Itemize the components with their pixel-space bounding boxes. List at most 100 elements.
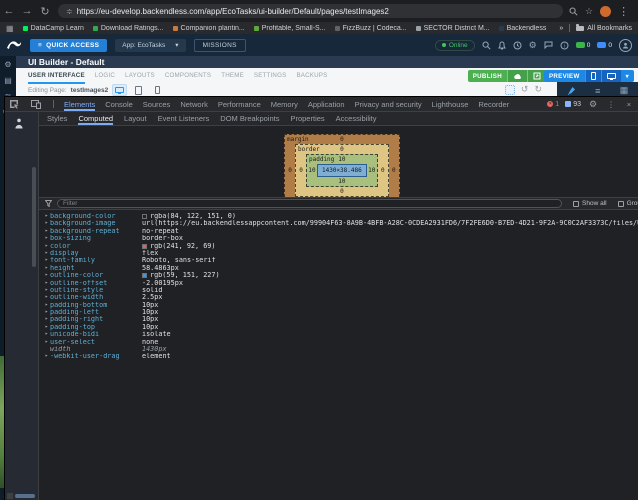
outline-list-icon[interactable]: ≡ (595, 86, 600, 96)
settings-gear-icon[interactable]: ⚙ (4, 61, 11, 69)
devtools-tab[interactable]: Network (180, 97, 208, 111)
disclosure-triangle-icon[interactable]: ▸ (43, 316, 50, 323)
disclosure-triangle-icon[interactable]: ▸ (43, 250, 50, 257)
computed-property-row[interactable]: ▸ outline-width 2.5px (39, 294, 638, 301)
bookmark-item[interactable]: Companion plantin... (172, 25, 245, 32)
elements-subtab[interactable]: DOM Breakpoints (220, 112, 279, 125)
computed-property-row[interactable]: ▸ -webkit-user-drag element (39, 353, 638, 360)
bookmarks-overflow-icon[interactable]: » (559, 25, 563, 32)
vertical-scrollbar[interactable] (32, 167, 36, 267)
site-settings-icon[interactable]: ≑ (66, 7, 73, 16)
backendless-logo-icon[interactable] (6, 39, 22, 51)
devtools-tab[interactable]: Sources (143, 97, 171, 111)
computed-property-row[interactable]: ▸ padding-top 10px (39, 324, 638, 331)
issues-count-badge[interactable]: 93 (565, 101, 581, 108)
error-count-badge[interactable]: × 1 (547, 101, 559, 108)
preview-button[interactable]: PREVIEW (543, 70, 585, 82)
computed-property-row[interactable]: ▸ width 1430px (39, 346, 638, 353)
devtools-tab[interactable]: Elements (64, 97, 95, 111)
devtools-close-icon[interactable]: × (623, 100, 635, 109)
bookmark-item[interactable]: FizzBuzz | Codeca... (334, 25, 407, 32)
search-icon[interactable] (482, 41, 491, 50)
builder-tab[interactable]: LAYOUTS (125, 72, 155, 84)
computed-property-row[interactable]: ▸ box-sizing border-box (39, 235, 638, 242)
disclosure-triangle-icon[interactable]: ▸ (43, 220, 50, 227)
components-grid-icon[interactable]: ▦ (620, 85, 629, 96)
disclosure-triangle-icon[interactable]: ▸ (43, 235, 50, 242)
redo-icon[interactable]: ↻ (534, 84, 542, 95)
builder-tab[interactable]: BACKUPS (296, 72, 327, 84)
disclosure-triangle-icon[interactable]: ▸ (43, 287, 50, 294)
box-model-content[interactable]: 1430×38.486 (317, 164, 367, 177)
apps-grid-icon[interactable]: ▦ (6, 24, 14, 33)
device-toolbar-icon[interactable] (31, 99, 43, 109)
preview-chevron-icon[interactable]: ▾ (620, 70, 634, 82)
app-select-dropdown[interactable]: App: EcoTasks ▾ (115, 38, 186, 52)
devtools-settings-gear-icon[interactable]: ⚙ (587, 99, 599, 110)
computed-property-row[interactable]: ▸ display flex (39, 250, 638, 257)
disclosure-triangle-icon[interactable]: ▸ (43, 213, 50, 220)
phone-viewport-button[interactable] (150, 84, 165, 96)
panel-icon[interactable]: ▤ (4, 77, 12, 85)
publish-cloud-icon[interactable] (507, 70, 527, 82)
box-model-padding[interactable]: padding 10 10 1430×38.486 10 10 (306, 154, 378, 187)
filter-input[interactable] (57, 199, 562, 208)
user-avatar[interactable] (619, 38, 632, 52)
history-clock-icon[interactable] (513, 41, 522, 50)
disclosure-triangle-icon[interactable]: ▸ (43, 294, 50, 301)
tablet-viewport-button[interactable] (131, 84, 146, 96)
desktop-viewport-button[interactable] (112, 84, 128, 96)
blue-credits-counter[interactable]: 0 (597, 42, 612, 49)
disclosure-triangle-icon[interactable]: ▸ (43, 243, 50, 250)
disclosure-triangle-icon[interactable]: ▸ (43, 309, 50, 316)
bookmark-item[interactable]: SECTOR District M... (415, 25, 490, 32)
computed-property-row[interactable]: ▸ background-color rgba(84, 122, 151, 0) (39, 213, 638, 220)
devtools-tab[interactable]: Privacy and security (355, 97, 422, 111)
bookmark-item[interactable]: Backendless (498, 25, 546, 32)
builder-tab[interactable]: SETTINGS (254, 72, 287, 84)
publish-button[interactable]: PUBLISH (467, 70, 507, 82)
computed-property-row[interactable]: ▸ padding-right 10px (39, 316, 638, 323)
devtools-tab[interactable]: Recorder (478, 97, 509, 111)
disclosure-triangle-icon[interactable]: ▸ (43, 228, 50, 235)
undo-icon[interactable]: ↺ (521, 84, 529, 95)
notifications-bell-icon[interactable] (497, 41, 506, 50)
computed-property-row[interactable]: ▸ color rgb(241, 92, 69) (39, 243, 638, 250)
url-bar[interactable]: ≑ https://eu-develop.backendless.com/app… (58, 4, 563, 18)
computed-property-row[interactable]: ▸ outline-offset -2.00195px (39, 280, 638, 287)
computed-property-row[interactable]: ▸ height 58.4863px (39, 265, 638, 272)
forward-icon[interactable]: → (18, 5, 36, 17)
selection-mode-icon[interactable] (504, 84, 515, 95)
computed-property-row[interactable]: ▸ padding-left 10px (39, 309, 638, 316)
devtools-tab[interactable]: Memory (271, 97, 298, 111)
devtools-menu-icon[interactable]: ⋮ (605, 100, 617, 109)
settings-gear-icon[interactable]: ⚙ (529, 40, 537, 50)
disclosure-triangle-icon[interactable]: ▸ (43, 302, 50, 309)
builder-tab[interactable]: THEME (221, 72, 244, 84)
bookmark-item[interactable]: Download Ratings... (92, 25, 164, 32)
builder-tab[interactable]: COMPONENTS (165, 72, 211, 84)
browser-menu-icon[interactable]: ⋮ (618, 5, 629, 18)
disclosure-triangle-icon[interactable]: ▸ (43, 353, 50, 360)
computed-property-row[interactable]: ▸ background-image url(https://eu.backen… (39, 220, 638, 227)
missions-button[interactable]: MISSIONS (193, 38, 246, 52)
devtools-tab[interactable]: Console (105, 97, 133, 111)
elements-subtab[interactable]: Computed (78, 112, 113, 125)
computed-property-row[interactable]: ▸ outline-style solid (39, 287, 638, 294)
quick-access-button[interactable]: ≡ QUICK ACCESS (30, 38, 108, 52)
chat-icon[interactable] (544, 41, 553, 49)
all-bookmarks-button[interactable]: All Bookmarks (576, 23, 632, 32)
preview-phone-icon[interactable] (584, 70, 601, 82)
computed-property-row[interactable]: ▸ padding-bottom 10px (39, 302, 638, 309)
disclosure-triangle-icon[interactable]: ▸ (43, 339, 50, 346)
box-model-border[interactable]: border 0 0 padding 10 10 1430×38.486 10 … (295, 144, 389, 197)
devtools-tab[interactable]: Performance (218, 97, 261, 111)
help-info-icon[interactable]: i (560, 41, 569, 50)
show-all-checkbox[interactable]: Show all (573, 200, 607, 207)
builder-tab[interactable]: USER INTERFACE (28, 72, 85, 84)
back-icon[interactable]: ← (0, 5, 18, 17)
elements-subtab[interactable]: Styles (47, 112, 67, 125)
bookmark-item[interactable]: Profitable, Small-S... (253, 25, 326, 32)
theme-brush-icon[interactable] (567, 86, 576, 96)
disclosure-triangle-icon[interactable]: ▸ (43, 272, 50, 279)
